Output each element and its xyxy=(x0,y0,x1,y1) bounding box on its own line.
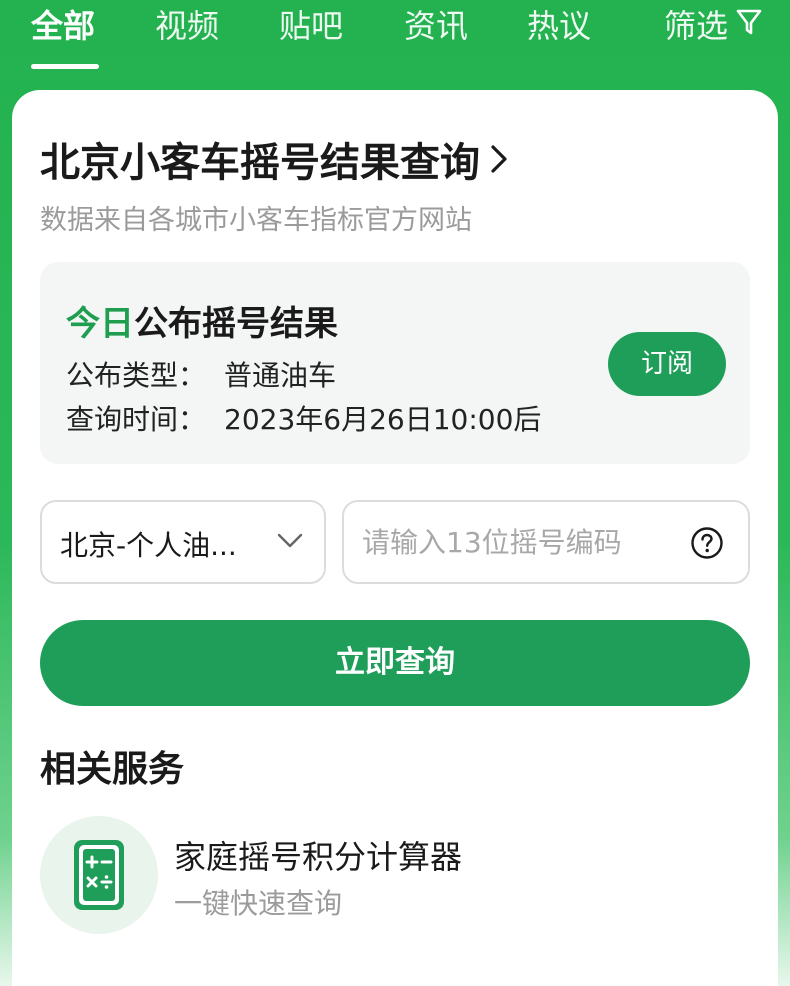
publish-type-label: 公布类型： xyxy=(66,359,207,392)
tab-discussion[interactable]: 热议 xyxy=(527,4,591,48)
tab-tieba[interactable]: 贴吧 xyxy=(279,4,343,48)
result-heading-today: 今日 xyxy=(66,304,134,344)
subscribe-button[interactable]: 订阅 xyxy=(608,332,726,396)
service-title[interactable]: 家庭摇号积分计算器 xyxy=(174,832,462,878)
lottery-code-field xyxy=(342,500,750,584)
query-time-value: 2023年6月26日10:00后 xyxy=(224,403,542,436)
filter-icon xyxy=(736,3,762,47)
related-services-title: 相关服务 xyxy=(40,749,185,790)
card-title: 北京小客车摇号结果查询 xyxy=(40,140,480,186)
calculator-icon xyxy=(74,840,124,910)
publish-type-row: 公布类型： 普通油车 xyxy=(66,354,336,394)
tab-filter[interactable]: 筛选 xyxy=(664,4,762,48)
active-tab-underline xyxy=(31,64,99,69)
city-type-select-value: 北京-个人油... xyxy=(60,529,237,562)
query-time-row: 查询时间： 2023年6月26日10:00后 xyxy=(66,398,541,438)
service-icon-badge[interactable] xyxy=(40,816,158,934)
today-result-box: 今日公布摇号结果 公布类型： 普通油车 查询时间： 2023年6月26日10:00后… xyxy=(40,262,750,464)
publish-type-value: 普通油车 xyxy=(224,359,337,392)
result-heading-rest: 公布摇号结果 xyxy=(134,304,338,344)
result-card: 北京小客车摇号结果查询 数据来自各城市小客车指标官方网站 今日公布摇号结果 公布… xyxy=(12,90,778,986)
tab-filter-label: 筛选 xyxy=(664,7,729,45)
lottery-code-input[interactable] xyxy=(362,522,682,562)
city-type-select[interactable]: 北京-个人油... xyxy=(40,500,326,584)
query-now-button[interactable]: 立即查询 xyxy=(40,620,750,706)
card-title-link[interactable]: 北京小客车摇号结果查询 xyxy=(40,130,508,188)
card-subtitle: 数据来自各城市小客车指标官方网站 xyxy=(40,205,472,236)
chevron-right-icon xyxy=(490,138,508,184)
tab-video[interactable]: 视频 xyxy=(155,4,219,48)
tab-all[interactable]: 全部 xyxy=(31,4,95,48)
service-subtitle: 一键快速查询 xyxy=(174,887,343,920)
help-circle-icon[interactable] xyxy=(690,526,724,564)
chevron-down-icon xyxy=(276,532,304,554)
top-tabs: 全部 视频 贴吧 资讯 热议 筛选 xyxy=(0,0,790,80)
query-time-label: 查询时间： xyxy=(66,403,207,436)
tab-news[interactable]: 资讯 xyxy=(404,4,468,48)
result-heading: 今日公布摇号结果 xyxy=(66,296,338,345)
